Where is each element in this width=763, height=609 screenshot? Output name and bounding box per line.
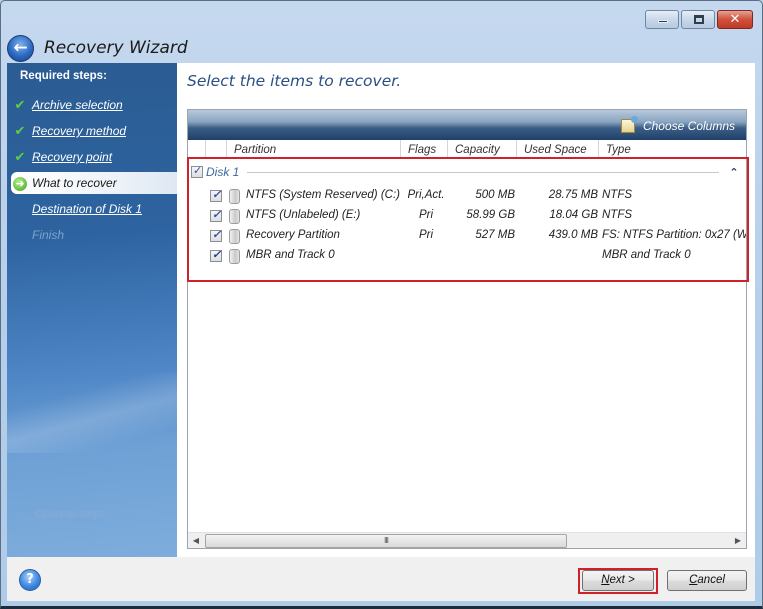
back-arrow-icon: ← bbox=[13, 37, 28, 58]
checkmark-icon: ✔ bbox=[14, 97, 26, 113]
highlight-box-disk-items bbox=[187, 157, 749, 282]
step-label: Recovery method bbox=[32, 124, 127, 138]
cancel-button[interactable]: Cancel bbox=[667, 570, 747, 591]
grid-toolbar: Choose Columns bbox=[188, 110, 746, 140]
minimize-icon bbox=[658, 20, 668, 23]
choose-columns-icon bbox=[620, 116, 638, 133]
step-recovery-method[interactable]: ✔ Recovery method bbox=[7, 120, 177, 142]
choose-columns-button[interactable]: Choose Columns bbox=[620, 116, 735, 133]
column-headers: Partition Flags Capacity Used Space Type bbox=[188, 140, 746, 158]
optional-steps-heading: Optional steps bbox=[35, 508, 106, 520]
window-controls: ✕ bbox=[645, 10, 753, 29]
highlight-box-next-button bbox=[578, 568, 658, 594]
back-button[interactable]: ← bbox=[7, 34, 34, 62]
close-icon: ✕ bbox=[729, 12, 741, 27]
close-button[interactable]: ✕ bbox=[717, 10, 753, 29]
step-label: Recovery point bbox=[32, 150, 113, 164]
step-recovery-point[interactable]: ✔ Recovery point bbox=[7, 146, 177, 168]
checkmark-icon: ✔ bbox=[14, 123, 26, 139]
wizard-steps-sidebar: Required steps: ✔ Archive selection ✔ Re… bbox=[7, 63, 177, 557]
title-bar: ← Recovery Wizard bbox=[7, 34, 188, 62]
column-header-capacity[interactable]: Capacity bbox=[448, 140, 517, 157]
column-header-type[interactable]: Type bbox=[599, 140, 746, 157]
recovery-wizard-window: ✕ ← Recovery Wizard Required steps: ✔ Ar… bbox=[0, 0, 763, 609]
current-step-arrow-icon: ➜ bbox=[13, 176, 27, 191]
column-header-icon[interactable] bbox=[206, 140, 227, 157]
horizontal-scrollbar[interactable]: ◀ III ▶ bbox=[188, 532, 746, 548]
wizard-title: Recovery Wizard bbox=[44, 38, 188, 58]
page-heading: Select the items to recover. bbox=[187, 72, 402, 90]
scroll-left-arrow-icon[interactable]: ◀ bbox=[188, 533, 204, 548]
cancel-label-rest: ancel bbox=[697, 574, 725, 586]
step-what-to-recover[interactable]: ➜ What to recover bbox=[11, 172, 177, 194]
step-label: Archive selection bbox=[32, 98, 123, 112]
maximize-button[interactable] bbox=[681, 10, 715, 29]
choose-columns-label: Choose Columns bbox=[642, 119, 735, 133]
help-icon[interactable]: ? bbox=[19, 569, 41, 591]
main-panel: Select the items to recover. Choose Colu… bbox=[177, 63, 755, 557]
step-label: Destination of Disk 1 bbox=[32, 202, 143, 216]
column-header-partition[interactable]: Partition bbox=[227, 140, 401, 157]
column-header-flags[interactable]: Flags bbox=[401, 140, 448, 157]
column-header-check[interactable] bbox=[188, 140, 206, 157]
step-label: What to recover bbox=[32, 176, 117, 190]
required-steps-heading: Required steps: bbox=[20, 70, 107, 82]
minimize-button[interactable] bbox=[645, 10, 679, 29]
maximize-icon bbox=[694, 15, 704, 24]
step-finish: Finish bbox=[7, 224, 177, 246]
step-destination-of-disk-1[interactable]: Destination of Disk 1 bbox=[7, 198, 177, 220]
scroll-right-arrow-icon[interactable]: ▶ bbox=[730, 533, 746, 548]
checkmark-icon: ✔ bbox=[14, 149, 26, 165]
step-label: Finish bbox=[32, 228, 65, 242]
step-archive-selection[interactable]: ✔ Archive selection bbox=[7, 94, 177, 116]
column-header-used-space[interactable]: Used Space bbox=[517, 140, 599, 157]
scrollbar-thumb[interactable]: III bbox=[205, 534, 567, 548]
